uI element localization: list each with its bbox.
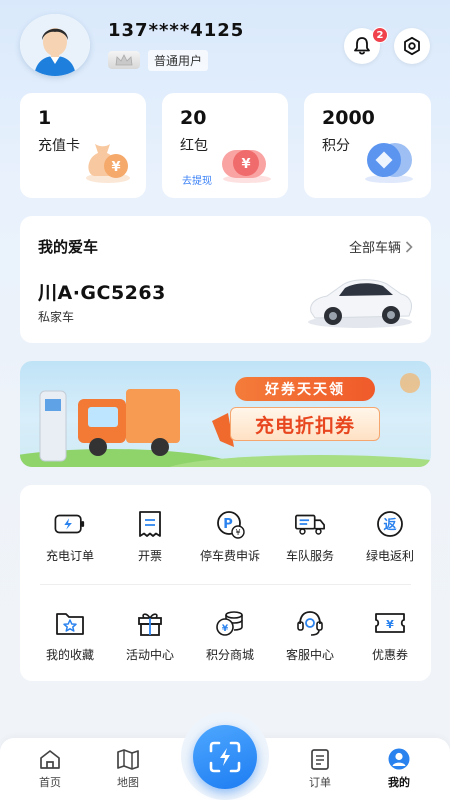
withdraw-link[interactable]: 去提现 [182,172,212,187]
battery-icon [54,509,86,539]
favorites-item[interactable]: 我的收藏 [30,608,110,663]
service-label: 客服中心 [285,648,334,662]
activity-center-item[interactable]: 活动中心 [110,608,190,663]
home-icon [40,750,60,769]
my-car-title: 我的爱车 [38,238,99,256]
banner-headline: 充电折扣券 [254,414,355,437]
red-packet-icon: ¥ [218,144,276,188]
gift-icon [134,608,166,638]
coupon-banner[interactable]: 好券天天领 充电折扣券 [20,361,431,467]
tab-map[interactable]: 地图 [98,748,158,790]
service-label: 优惠券 [371,648,408,662]
user-icon [388,748,410,770]
svg-text:¥: ¥ [235,528,240,537]
avatar[interactable] [20,14,90,76]
banner-tagline: 好券天天领 [265,382,345,398]
coins-icon: ¥ [214,608,246,638]
member-level: 普通用户 [148,49,209,71]
service-label: 开票 [137,549,162,563]
tab-home[interactable]: 首页 [20,748,80,790]
svg-text:¥: ¥ [386,618,394,631]
banner-tagline-pill: 好券天天领 [235,377,375,401]
banner-headline-box: 充电折扣券 [230,407,380,441]
points-stat[interactable]: 2000 积分 [304,93,431,198]
truck-icon [294,509,326,539]
car-image [308,279,412,328]
service-label: 我的收藏 [45,648,94,662]
grid-divider [40,584,411,585]
scan-icon [209,741,241,773]
avatar-image [20,14,90,76]
service-label: 绿电返利 [365,549,414,563]
notification-badge: 2 [372,27,388,43]
headset-icon [294,608,326,638]
crown-icon [108,51,140,69]
service-label: 车队服务 [285,549,334,563]
order-icon [311,749,329,770]
tab-label: 首页 [39,776,61,789]
green-rebate-item[interactable]: 返 绿电返利 [350,509,430,564]
svg-text:¥: ¥ [111,160,120,175]
points-label: 积分 [322,138,350,154]
all-vehicles-link[interactable]: 全部车辆 [349,237,413,256]
points-mall-item[interactable]: ¥ 积分商城 [190,608,270,663]
invoice-item[interactable]: 开票 [110,509,190,564]
tab-label: 地图 [117,776,139,789]
car-type: 私家车 [38,310,75,324]
parking-fee-icon: P ¥ [214,509,246,539]
my-car-card[interactable]: 我的爱车 全部车辆 川A·GC5263 私家车 [20,216,431,343]
user-phone: 137****4125 [108,20,245,41]
points-count: 2000 [322,107,375,129]
svg-text:¥: ¥ [241,157,250,172]
gear-icon [404,36,420,56]
service-label: 积分商城 [205,648,254,662]
red-packet-count: 20 [180,107,207,129]
license-plate: 川A·GC5263 [38,282,166,304]
service-label: 活动中心 [125,648,174,662]
recharge-card-stat[interactable]: 1 充值卡 ¥ [20,93,146,198]
service-label: 充电订单 [45,549,94,563]
member-badge-row: 普通用户 [108,49,209,71]
tab-label: 我的 [388,776,410,789]
red-packet-label: 红包 [180,138,208,154]
tab-profile[interactable]: 我的 [369,748,429,790]
coupons-item[interactable]: ¥ 优惠券 [350,608,430,663]
tab-orders[interactable]: 订单 [290,748,350,790]
receipt-icon [134,509,166,539]
settings-button[interactable] [394,28,430,64]
svg-text:P: P [223,517,233,532]
recharge-card-count: 1 [38,107,52,129]
chevron-right-icon [405,240,413,253]
rebate-icon: 返 [374,509,406,539]
customer-service-item[interactable]: 客服中心 [270,608,350,663]
tab-label: 订单 [309,776,331,789]
service-label: 停车费申诉 [199,549,260,563]
map-icon [117,749,139,770]
fleet-service-item[interactable]: 车队服务 [270,509,350,564]
star-folder-icon [54,608,86,638]
coupon-icon: ¥ [374,608,406,638]
svg-text:返: 返 [383,518,396,533]
scan-charge-button[interactable] [193,725,257,789]
red-packet-stat[interactable]: 20 红包 去提现 ¥ [162,93,288,198]
recharge-card-label: 充值卡 [38,138,80,154]
charging-orders-item[interactable]: 充电订单 [30,509,110,564]
money-bag-icon: ¥ [82,136,134,188]
parking-fee-appeal-item[interactable]: P ¥ 停车费申诉 [190,509,270,564]
services-grid: 充电订单 开票 P¥ 停车费申诉 车队服务 返 绿电返利 我的收藏 活动中心 [20,485,431,681]
svg-text:¥: ¥ [222,624,229,634]
all-vehicles-label: 全部车辆 [348,241,401,256]
bell-icon [354,37,370,55]
points-coin-icon [359,138,419,188]
